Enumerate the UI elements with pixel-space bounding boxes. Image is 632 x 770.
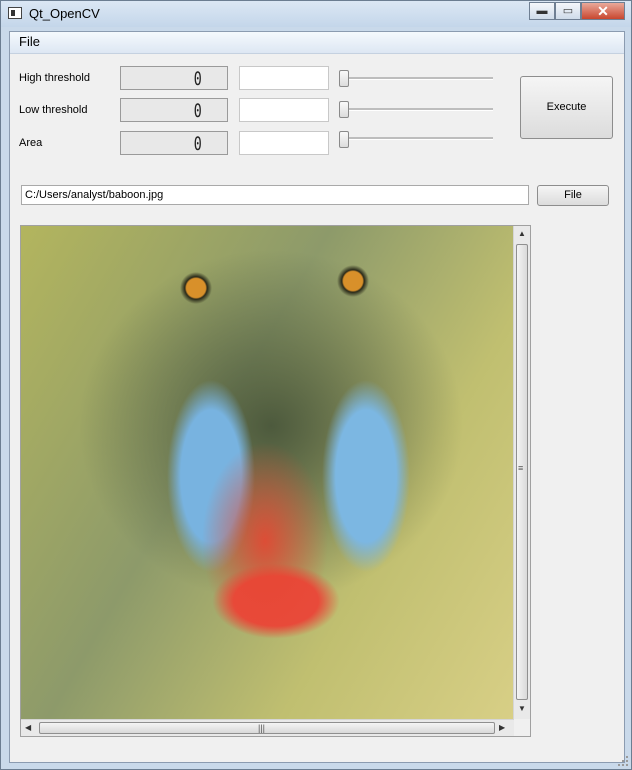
horizontal-scrollbar[interactable]: ◀ ||| ▶ <box>21 719 514 736</box>
area-lcd: 0 <box>120 131 228 155</box>
scroll-up-icon[interactable]: ▲ <box>518 229 526 238</box>
low-threshold-label: Low threshold <box>19 104 88 116</box>
horizontal-scroll-thumb[interactable]: ||| <box>39 722 495 734</box>
menu-bar: File <box>10 32 624 54</box>
scroll-down-icon[interactable]: ▼ <box>518 704 526 713</box>
low-threshold-lcd-value: 0 <box>193 100 202 122</box>
low-threshold-slider-handle[interactable] <box>339 101 349 118</box>
vertical-scrollbar[interactable]: ▲ ≡ ▼ <box>513 226 530 719</box>
area-slider-handle[interactable] <box>339 131 349 148</box>
low-threshold-field[interactable] <box>239 98 329 122</box>
file-path-input[interactable]: C:/Users/analyst/baboon.jpg <box>21 185 529 205</box>
app-icon <box>8 7 22 19</box>
area-slider-track[interactable] <box>343 137 493 140</box>
high-threshold-slider-track[interactable] <box>343 77 493 80</box>
high-threshold-label: High threshold <box>19 72 90 84</box>
baboon-image <box>21 226 514 719</box>
scroll-left-icon[interactable]: ◀ <box>25 723 31 732</box>
client-area: File High threshold 0 Low threshold 0 Ar… <box>9 31 625 763</box>
high-threshold-slider-handle[interactable] <box>339 70 349 87</box>
high-threshold-field[interactable] <box>239 66 329 90</box>
low-threshold-lcd: 0 <box>120 98 228 122</box>
high-threshold-lcd: 0 <box>120 66 228 90</box>
close-button[interactable]: ✕ <box>581 2 625 20</box>
area-field[interactable] <box>239 131 329 155</box>
window-title: Qt_OpenCV <box>29 6 100 21</box>
size-grip-icon[interactable] <box>617 755 629 767</box>
main-window: Qt_OpenCV ▬ ▭ ✕ File High threshold 0 Lo… <box>0 0 632 770</box>
vertical-grip-icon: ≡ <box>518 463 524 473</box>
area-label: Area <box>19 137 43 149</box>
maximize-button[interactable]: ▭ <box>555 2 581 20</box>
high-threshold-lcd-value: 0 <box>193 68 202 90</box>
minimize-button[interactable]: ▬ <box>529 2 555 20</box>
title-bar[interactable]: Qt_OpenCV ▬ ▭ ✕ <box>1 1 631 27</box>
image-view[interactable]: ▲ ≡ ▼ ◀ ||| ▶ <box>20 225 531 737</box>
menu-file[interactable]: File <box>17 34 42 49</box>
horizontal-grip-icon: ||| <box>258 723 266 733</box>
scroll-right-icon[interactable]: ▶ <box>499 723 505 732</box>
low-threshold-slider-track[interactable] <box>343 108 493 111</box>
execute-button[interactable]: Execute <box>520 76 613 139</box>
file-browse-button[interactable]: File <box>537 185 609 206</box>
area-lcd-value: 0 <box>193 133 202 155</box>
vertical-scroll-thumb[interactable]: ≡ <box>516 244 528 700</box>
